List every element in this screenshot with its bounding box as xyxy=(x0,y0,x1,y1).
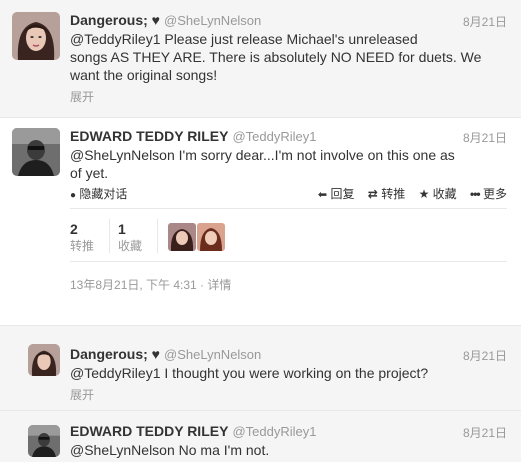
tweet-text: @SheLynNelson No ma I'm not. xyxy=(70,442,270,458)
avatar[interactable] xyxy=(12,12,60,60)
stat-separator xyxy=(157,219,158,253)
tweet-text: @SheLynNelson I'm sorry dear...I'm not i… xyxy=(70,146,510,182)
conversation-gap xyxy=(0,295,521,325)
more-icon: ••• xyxy=(470,187,481,201)
star-icon: ★ xyxy=(418,187,430,201)
more-button[interactable]: ••• 更多 xyxy=(470,187,507,201)
tweet-time[interactable]: 8月21日 xyxy=(463,129,507,146)
tweet-time[interactable]: 8月21日 xyxy=(463,424,507,441)
favorite-button[interactable]: ★ 收藏 xyxy=(419,187,460,201)
tweet-full-timestamp[interactable]: 13年8月21日, 下午 4:31 · 详情 xyxy=(70,276,231,293)
stat-separator xyxy=(109,219,110,253)
tweet-text: @TeddyRiley1 I thought you were working … xyxy=(70,365,429,381)
tweet-4[interactable]: EDWARD TEDDY RILEY @TeddyRiley1 8月21日 @Sh… xyxy=(0,411,521,462)
favoriter-avatar[interactable] xyxy=(197,223,225,251)
author-handle[interactable]: @TeddyRiley1 xyxy=(232,424,316,439)
tweet-text-line: @SheLynNelson I'm sorry dear...I'm not i… xyxy=(70,147,455,163)
avatar[interactable] xyxy=(12,128,60,176)
tweet-1[interactable]: Dangerous; ♥ @SheLynNelson 8月21日 @TeddyRi… xyxy=(0,0,521,117)
author-name[interactable]: EDWARD TEDDY RILEY @TeddyRiley1 xyxy=(70,423,316,439)
author-name[interactable]: Dangerous; ♥ @SheLynNelson xyxy=(70,346,261,362)
avatar[interactable] xyxy=(28,344,60,376)
reply-button[interactable]: ⬅ 回复 xyxy=(318,187,358,201)
tweet-time[interactable]: 8月21日 xyxy=(463,347,507,364)
tweet-3[interactable]: Dangerous; ♥ @SheLynNelson 8月21日 @TeddyRi… xyxy=(0,326,521,410)
tweet-text-line: want the original songs! xyxy=(70,67,218,83)
author-name[interactable]: Dangerous; ♥ @SheLynNelson xyxy=(70,12,261,28)
tweet-text-line: @TeddyRiley1 Please just release Michael… xyxy=(70,31,418,47)
retweet-count-label[interactable]: 转推 xyxy=(70,237,94,254)
avatar[interactable] xyxy=(28,425,60,457)
author-handle[interactable]: @SheLynNelson xyxy=(164,13,261,28)
author-name[interactable]: EDWARD TEDDY RILEY @TeddyRiley1 xyxy=(70,128,316,144)
tweet-text: @TeddyRiley1 Please just release Michael… xyxy=(70,30,510,84)
tweet-time[interactable]: 8月21日 xyxy=(463,13,507,30)
author-handle[interactable]: @SheLynNelson xyxy=(164,347,261,362)
favorite-count-label[interactable]: 收藏 xyxy=(118,237,142,254)
favorite-count[interactable]: 1 xyxy=(118,221,126,237)
tweet-text-line: of yet. xyxy=(70,165,109,181)
tweet-text-line: songs AS THEY ARE. There is absolutely N… xyxy=(70,49,482,65)
divider xyxy=(70,208,507,209)
expand-link[interactable]: 展开 xyxy=(70,88,94,105)
reply-icon: ⬅ xyxy=(317,189,328,201)
favoriter-avatar[interactable] xyxy=(168,223,196,251)
author-handle[interactable]: @TeddyRiley1 xyxy=(232,129,316,144)
tweet-2[interactable]: EDWARD TEDDY RILEY @TeddyRiley1 8月21日 @Sh… xyxy=(0,118,521,295)
retweet-icon: ⇄ xyxy=(367,187,378,201)
hide-conversation-link[interactable]: ● 隐藏对话 xyxy=(70,185,127,202)
divider xyxy=(70,261,507,262)
expand-link[interactable]: 展开 xyxy=(70,386,94,403)
hide-conversation-label: 隐藏对话 xyxy=(79,187,128,201)
retweet-button[interactable]: ⇄ 转推 xyxy=(368,187,409,201)
hide-icon: ● xyxy=(70,190,77,201)
tweet-actions: ⬅ 回复 ⇄ 转推 ★ 收藏 ••• 更多 xyxy=(308,185,507,202)
retweet-count[interactable]: 2 xyxy=(70,221,78,237)
